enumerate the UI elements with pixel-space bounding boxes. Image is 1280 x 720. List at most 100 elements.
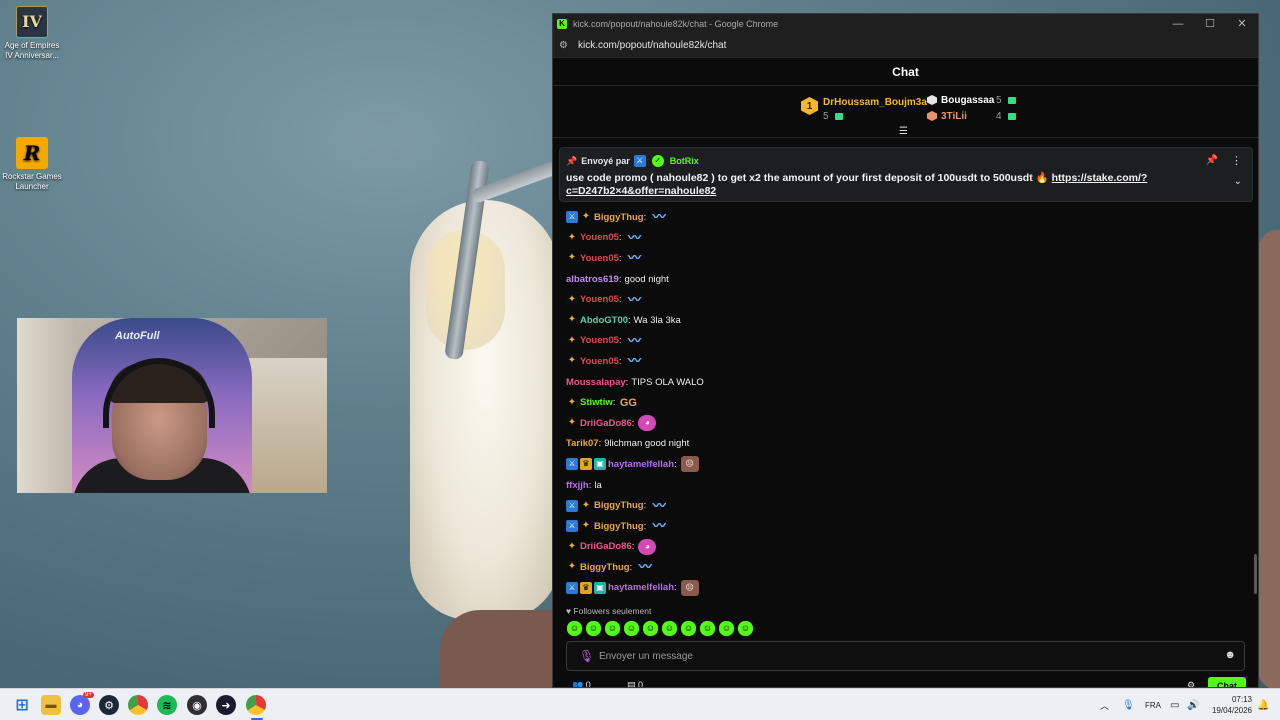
chat-username[interactable]: Stiwtiw: [580, 397, 613, 408]
wave-emote-icon[interactable]: 〰: [626, 250, 644, 266]
discord-icon[interactable]: ◕: [70, 695, 90, 715]
close-icon[interactable]: ✕: [1226, 17, 1258, 30]
chat-username[interactable]: BiggyThug: [580, 562, 630, 573]
chat-username[interactable]: Youen05: [580, 232, 619, 243]
site-info-icon[interactable]: ⚙: [559, 40, 568, 51]
username-separator: :: [618, 252, 622, 264]
leaderboard-user-1[interactable]: DrHoussam_Boujm3a: [823, 97, 927, 108]
address-bar[interactable]: ⚙ kick.com/popout/nahoule82k/chat: [553, 33, 1258, 58]
microphone-icon[interactable]: 🎙: [579, 649, 594, 663]
age-of-empires-icon: IV: [16, 6, 48, 38]
leaderboard-user-3[interactable]: 3TiLii: [941, 111, 967, 122]
chat-username[interactable]: albatros619: [566, 274, 619, 285]
emote-button[interactable]: ☺: [662, 621, 677, 636]
viewers-icon[interactable]: 👥 0: [572, 680, 591, 687]
emote-button[interactable]: ☺: [605, 621, 620, 636]
unpin-icon[interactable]: 📌: [1206, 155, 1218, 166]
pinned-sender-name[interactable]: BotRix: [670, 156, 699, 166]
chat-username[interactable]: DriiGaDo86: [580, 418, 632, 429]
username-separator: :: [618, 335, 622, 347]
chat-settings-icon[interactable]: ⚙: [1187, 680, 1195, 687]
desktop-icon-rockstar-launcher[interactable]: R Rockstar Games Launcher: [0, 137, 64, 192]
obs-icon[interactable]: ◉: [187, 695, 207, 715]
microphone-tray-icon[interactable]: 🎙: [1122, 689, 1135, 720]
chat-message-text: la: [594, 479, 602, 491]
pinned-message-text: use code promo ( nahoule82 ) to get x2 t…: [566, 172, 1049, 184]
emote-button[interactable]: ☺: [681, 621, 696, 636]
chat-scrollbar[interactable]: [1254, 554, 1257, 594]
chat-username[interactable]: Moussalapay: [566, 377, 626, 388]
windows-start-icon[interactable]: ⊞: [12, 695, 32, 715]
chat-username[interactable]: haytamelfellah: [608, 459, 674, 470]
rank-2-badge-icon: [927, 95, 937, 105]
webcam-room: [247, 358, 327, 493]
send-chat-button[interactable]: Chat: [1208, 677, 1246, 687]
emote-button[interactable]: ☺: [643, 621, 658, 636]
emote-button[interactable]: ☺: [700, 621, 715, 636]
username-separator: :: [618, 232, 622, 244]
emote-button[interactable]: ☺: [719, 621, 734, 636]
chat-username[interactable]: Tarik07: [566, 438, 599, 449]
file-explorer-icon[interactable]: ▬: [41, 695, 61, 715]
steam-icon[interactable]: ⚙: [99, 695, 119, 715]
moderator-badge-icon: ⚔: [566, 581, 578, 594]
chat-username[interactable]: BiggyThug: [594, 521, 644, 532]
maximize-icon[interactable]: ☐: [1194, 17, 1226, 30]
face-emote-icon[interactable]: ☹: [680, 579, 699, 596]
chat-username[interactable]: Youen05: [580, 253, 619, 264]
wave-emote-icon[interactable]: 〰: [650, 518, 668, 534]
spotify-icon[interactable]: ≋: [157, 695, 177, 715]
wave-emote-icon[interactable]: 〰: [650, 498, 668, 514]
emote-button[interactable]: ☺: [738, 621, 753, 636]
url-text[interactable]: kick.com/popout/nahoule82k/chat: [578, 40, 726, 51]
chat-username[interactable]: AbdoGT00: [580, 315, 628, 326]
leaderboard-user-2[interactable]: Bougassaa: [941, 95, 994, 106]
network-icon[interactable]: ▭: [1170, 689, 1179, 720]
wave-emote-icon[interactable]: 〰: [626, 230, 644, 246]
wave-emote-icon[interactable]: 〰: [636, 559, 654, 575]
emote-button[interactable]: ☺: [586, 621, 601, 636]
chat-message-input[interactable]: [599, 647, 1199, 665]
input-language[interactable]: FRA: [1145, 689, 1161, 720]
points-icon[interactable]: ▤ 0: [627, 680, 643, 687]
pink-emote-icon[interactable]: ◕: [638, 415, 657, 432]
volume-icon[interactable]: 🔊: [1187, 689, 1199, 720]
wave-emote-icon[interactable]: 〰: [626, 292, 644, 308]
gg-emote-icon[interactable]: GG: [619, 395, 637, 411]
chevron-up-icon[interactable]: ︿: [1100, 689, 1109, 720]
wave-emote-icon[interactable]: 〰: [626, 353, 644, 369]
notification-bell-icon[interactable]: 🔔: [1257, 689, 1269, 720]
window-titlebar[interactable]: K kick.com/popout/nahoule82k/chat - Goog…: [553, 14, 1258, 33]
chat-username[interactable]: Youen05: [580, 356, 619, 367]
chat-username[interactable]: DriiGaDo86: [580, 541, 632, 552]
chat-header: Chat: [553, 58, 1258, 86]
chat-username[interactable]: haytamelfellah: [608, 582, 674, 593]
chat-username[interactable]: BiggyThug: [594, 212, 644, 223]
crown-badge-icon: ♛: [580, 458, 592, 471]
more-options-icon[interactable]: ⋮: [1231, 154, 1242, 167]
leaderboard-collapse-icon[interactable]: ☰: [899, 126, 908, 137]
username-separator: :: [643, 500, 647, 512]
taskbar: ⊞ ▬ ◕ 9+ ⚙ ≋ ◉ ➜ ︿ 🎙 FRA ▭ 🔊 07:13 19/04…: [0, 688, 1280, 720]
chat-username[interactable]: BiggyThug: [594, 500, 644, 511]
subscriber-badge-icon: ✦: [567, 540, 577, 552]
chat-username[interactable]: Youen05: [580, 335, 619, 346]
system-clock[interactable]: 07:13 19/04/2026: [1210, 694, 1252, 716]
emote-button[interactable]: ☺: [624, 621, 639, 636]
chrome-active-icon[interactable]: [246, 695, 266, 715]
chat-username[interactable]: ffxjjh: [566, 480, 589, 491]
wave-emote-icon[interactable]: 〰: [626, 333, 644, 349]
wave-emote-icon[interactable]: 〰: [650, 209, 668, 225]
face-emote-icon[interactable]: ☹: [680, 456, 699, 473]
chat-message-text: Wa 3la 3ka: [633, 314, 681, 326]
emote-button[interactable]: ☺: [567, 621, 582, 636]
chevron-down-icon[interactable]: ⌄: [1234, 176, 1242, 187]
pink-emote-icon[interactable]: ◕: [638, 538, 657, 555]
chat-username[interactable]: Youen05: [580, 294, 619, 305]
chrome-icon[interactable]: [128, 695, 148, 715]
minimize-icon[interactable]: —: [1162, 18, 1194, 30]
desktop-icon-age-of-empires[interactable]: IV Age of Empires IV Anniversar...: [0, 6, 64, 61]
app-arrow-icon[interactable]: ➜: [216, 695, 236, 715]
emoji-picker-icon[interactable]: ☻: [1224, 649, 1236, 661]
username-separator: :: [618, 273, 622, 285]
